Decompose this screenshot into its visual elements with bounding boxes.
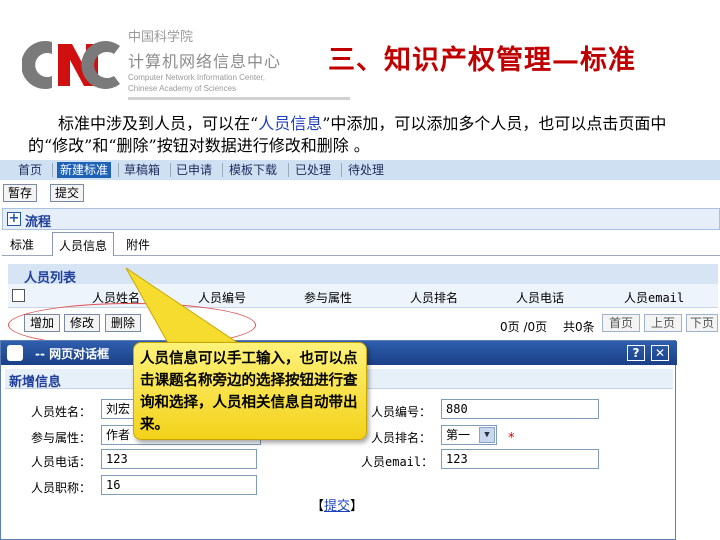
phone-label: 人员电话：: [31, 455, 92, 469]
nav-separator: [288, 163, 289, 177]
rank-select-value: 第一: [446, 428, 471, 442]
callout-tooltip: 人员信息可以手工输入，也可以点击课题名称旁边的选择按钮进行查询和选择，人员相关信…: [133, 342, 367, 440]
page-status: 0页 /0页: [500, 320, 548, 334]
tab-personnel[interactable]: 人员信息: [52, 232, 115, 256]
submit-button[interactable]: 提交: [50, 184, 84, 202]
total-count: 共0条: [563, 320, 595, 334]
col-attribute: 参与属性: [304, 291, 353, 305]
dialog-submit-link[interactable]: 提交: [324, 499, 350, 514]
org-english-line2: Chinese Academy of Sciences: [128, 84, 237, 93]
sub-tabs: 标准 人员信息 附件: [2, 232, 720, 256]
tab-processed[interactable]: 已处理: [295, 162, 331, 178]
dialog-submit: 【提交】: [311, 495, 363, 514]
email-field[interactable]: 123: [441, 449, 599, 469]
expand-plus-icon[interactable]: +: [7, 212, 21, 226]
job-title-label: 人员职称：: [31, 481, 92, 495]
first-page-button[interactable]: 首页: [602, 314, 640, 332]
next-page-button[interactable]: 下页: [686, 314, 718, 332]
callout-text: 人员信息可以手工输入，也可以点击课题名称旁边的选择按钮进行查询和选择，人员相关信…: [140, 350, 358, 433]
org-cas: 中国科学院: [128, 30, 194, 45]
id-field[interactable]: 880: [441, 399, 599, 419]
tab-drafts[interactable]: 草稿箱: [124, 162, 160, 178]
browser-logo-icon: [7, 345, 23, 361]
email-label: 人员email：: [361, 455, 434, 469]
save-draft-button[interactable]: 暂存: [3, 184, 37, 202]
rank-label: 人员排名：: [371, 431, 432, 445]
nav-separator: [341, 163, 342, 177]
flow-label: 流程: [25, 215, 52, 230]
rank-select[interactable]: 第一 ▼: [441, 425, 497, 445]
cnic-logo-icon: [21, 36, 124, 94]
nav-separator: [118, 163, 119, 177]
name-label: 人员姓名：: [31, 405, 92, 419]
close-icon[interactable]: ✕: [651, 345, 669, 361]
select-all-checkbox[interactable]: [12, 289, 25, 302]
col-id: 人员编号: [198, 291, 247, 305]
col-rank: 人员排名: [410, 291, 459, 305]
tab-new-standard[interactable]: 新建标准: [57, 162, 112, 178]
nav-separator: [52, 163, 53, 177]
nav-separator: [222, 163, 223, 177]
chevron-down-icon[interactable]: ▼: [479, 427, 495, 443]
prev-page-button[interactable]: 上页: [644, 314, 682, 332]
submit-bracket-open: 【: [311, 499, 325, 514]
tab-home[interactable]: 首页: [18, 162, 42, 178]
nav-separator: [170, 163, 171, 177]
job-title-field[interactable]: 16: [101, 475, 257, 495]
org-english: Computer Network Information Center, Chi…: [128, 72, 265, 94]
org-cnic: 计算机网络信息中心: [128, 52, 282, 71]
tab-pending[interactable]: 待处理: [348, 162, 384, 178]
help-icon[interactable]: ?: [627, 345, 645, 361]
tab-applied[interactable]: 已申请: [176, 162, 212, 178]
dialog-section-title: 新增信息: [9, 375, 62, 390]
dialog-title: -- 网页对话框: [35, 347, 110, 361]
slide-title: 三、知识产权管理—标准: [328, 45, 636, 76]
top-nav: 首页 新建标准 草稿箱 已申请 模板下载 已处理 待处理: [0, 160, 720, 180]
phone-field[interactable]: 123: [101, 449, 257, 469]
tab-attachment[interactable]: 附件: [126, 236, 150, 253]
tab-template-download[interactable]: 模板下载: [229, 162, 277, 178]
org-english-line1: Computer Network Information Center,: [128, 73, 265, 82]
required-mark: *: [508, 431, 515, 446]
header-divider: [128, 97, 350, 100]
description-text: 标准中涉及到人员，可以在“人员信息”中添加，可以添加多个人员，也可以点击页面中的…: [28, 113, 698, 157]
description-highlight: 人员信息: [258, 114, 323, 133]
attribute-label: 参与属性：: [31, 431, 92, 445]
tab-standard[interactable]: 标准: [10, 236, 34, 253]
col-email: 人员email: [624, 291, 685, 305]
id-label: 人员编号：: [371, 405, 432, 419]
description-part1: 标准中涉及到人员，可以在“: [58, 114, 259, 133]
personnel-list-header: 人员列表: [8, 264, 718, 286]
submit-bracket-close: 】: [350, 499, 364, 514]
flow-section-header[interactable]: + 流程: [2, 208, 720, 230]
col-phone: 人员电话: [516, 291, 565, 305]
